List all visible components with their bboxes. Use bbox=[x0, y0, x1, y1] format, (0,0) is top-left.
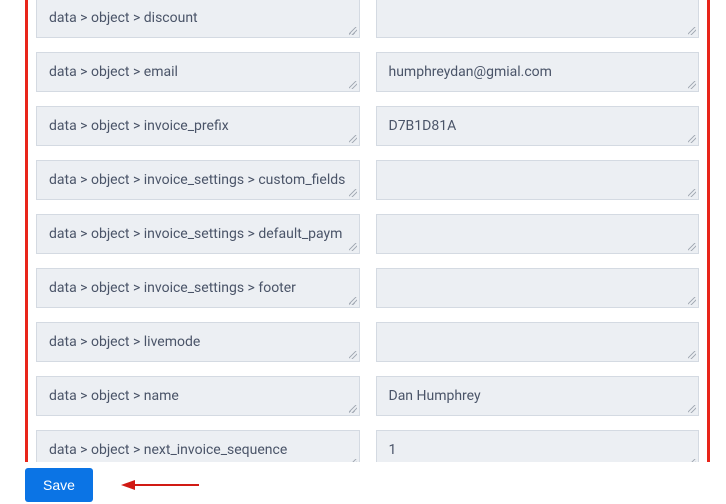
field-path[interactable]: data > object > next_invoice_sequence bbox=[36, 430, 360, 462]
field-path[interactable]: data > object > invoice_prefix bbox=[36, 106, 360, 146]
field-value[interactable] bbox=[376, 322, 700, 362]
field-value[interactable]: 1 bbox=[376, 430, 700, 462]
field-value[interactable]: D7B1D81A bbox=[376, 106, 700, 146]
field-path[interactable]: data > object > email bbox=[36, 52, 360, 92]
annotation-arrow-icon bbox=[121, 478, 199, 492]
mapping-row: data > object > invoice_settings > foote… bbox=[36, 268, 699, 308]
mapping-row: data > object > name Dan Humphrey bbox=[36, 376, 699, 416]
save-bar: Save bbox=[25, 468, 199, 502]
field-value[interactable] bbox=[376, 268, 700, 308]
mapping-row: data > object > email humphreydan@gmial.c… bbox=[36, 52, 699, 92]
field-path[interactable]: data > object > name bbox=[36, 376, 360, 416]
field-value[interactable] bbox=[376, 160, 700, 200]
mapping-row: data > object > discount bbox=[36, 0, 699, 38]
form-scroll-area[interactable]: data > object > discount data > object > … bbox=[25, 0, 710, 462]
mapping-row: data > object > next_invoice_sequence 1 bbox=[36, 430, 699, 462]
field-value[interactable] bbox=[376, 214, 700, 254]
mapping-row: data > object > invoice_settings > custo… bbox=[36, 160, 699, 200]
mapping-row: data > object > invoice_prefix D7B1D81A bbox=[36, 106, 699, 146]
field-path[interactable]: data > object > invoice_settings > custo… bbox=[36, 160, 360, 200]
field-value[interactable] bbox=[376, 0, 700, 38]
highlighted-form-region: data > object > discount data > object > … bbox=[25, 0, 710, 462]
field-path[interactable]: data > object > invoice_settings > foote… bbox=[36, 268, 360, 308]
mapping-row: data > object > livemode bbox=[36, 322, 699, 362]
field-value[interactable]: humphreydan@gmial.com bbox=[376, 52, 700, 92]
field-path[interactable]: data > object > livemode bbox=[36, 322, 360, 362]
mapping-row: data > object > invoice_settings > defau… bbox=[36, 214, 699, 254]
field-path[interactable]: data > object > invoice_settings > defau… bbox=[36, 214, 360, 254]
field-value[interactable]: Dan Humphrey bbox=[376, 376, 700, 416]
save-button[interactable]: Save bbox=[25, 468, 93, 502]
field-path[interactable]: data > object > discount bbox=[36, 0, 360, 38]
viewport: data > object > discount data > object > … bbox=[0, 0, 726, 504]
